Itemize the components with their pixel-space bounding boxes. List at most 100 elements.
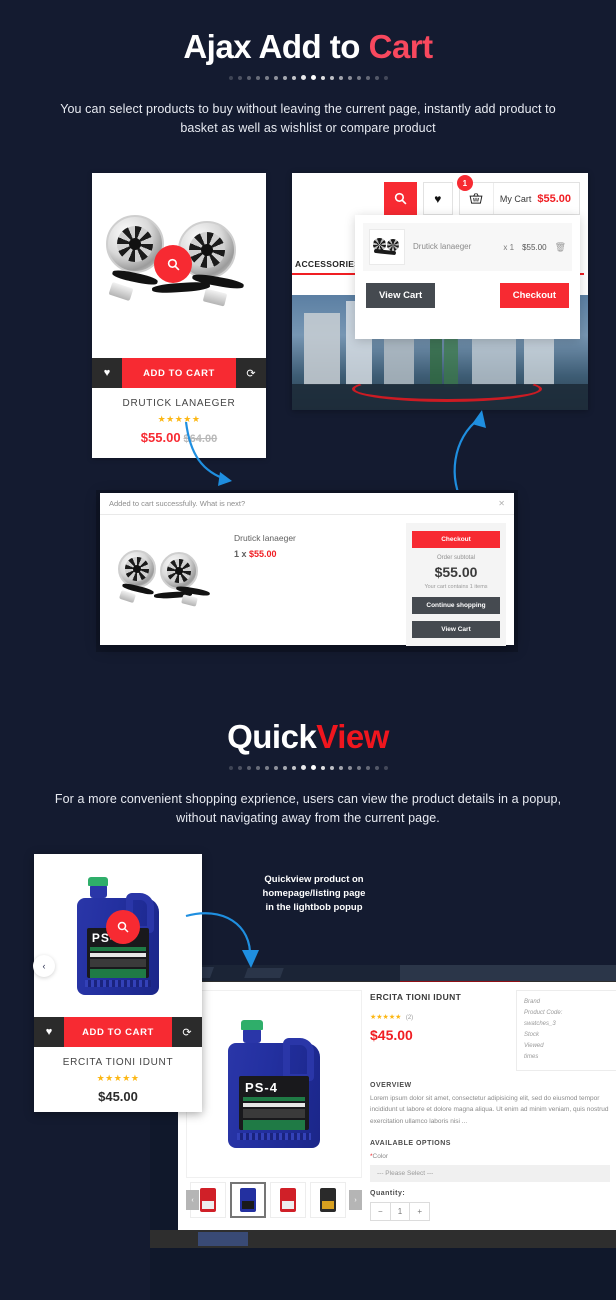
modal-subtotal-label: Order subtotal — [436, 555, 476, 561]
product-info: DRUTICK LANAEGER ★★★★★ $55.00 $64.00 — [92, 388, 266, 457]
thumb-prev-arrow[interactable]: ‹ — [186, 1190, 199, 1210]
annotation-line-1: Quickview product on — [264, 874, 364, 885]
quickview-lower-backdrop — [150, 1248, 616, 1300]
modal-view-cart-button[interactable]: View Cart — [412, 621, 500, 638]
dot-divider — [0, 75, 616, 80]
modal-cart-contains: Your cart contains 1 items — [424, 584, 488, 590]
product-info-2: ERCITA TIONI IDUNT ★★★★★ $45.00 — [34, 1047, 202, 1116]
quickview-popup[interactable]: PS-4 ‹ › ERCITA TIONI IDUNT ★★★★★ (2) $4… — [178, 982, 616, 1230]
modal-body: Drutick lanaeger 1 x $55.00 Checkout Ord… — [100, 515, 514, 654]
options-heading: AVAILABLE OPTIONS — [370, 1140, 451, 1147]
header-icon-row[interactable]: ♥ My Cart $55.00 1 — [292, 175, 580, 215]
price-current: $55.00 — [140, 430, 181, 445]
product-card-ercita[interactable]: PS-4 ♥ ADD TO CART ⟳ ERCITA TIONI IDUNT — [34, 854, 202, 1112]
cart-dropdown-buttons[interactable]: View Cart Checkout — [355, 279, 580, 319]
wishlist-button-2[interactable]: ♥ — [34, 1017, 64, 1047]
quickview-main-image[interactable]: PS-4 — [186, 990, 362, 1178]
color-label: Color — [372, 1153, 389, 1160]
oil-jug-illustration: PS-4 — [228, 1020, 320, 1148]
page-root: Ajax Add to Cart You can select products… — [0, 0, 616, 1300]
qv-title-accent: View — [316, 718, 389, 755]
meta-label: Brand — [524, 999, 541, 1005]
thumb-next-arrow[interactable]: › — [349, 1190, 362, 1210]
quickview-section-header: QuickView For a more convenient shopping… — [0, 718, 616, 829]
modal-title: Added to cart successfully. What is next… — [109, 499, 246, 508]
cart-item-name: Drutick lanaeger — [413, 241, 472, 251]
jug-label: PS-4 — [239, 1076, 309, 1131]
search-icon — [117, 921, 129, 933]
meta-row: Viewed👁 84 — [524, 1041, 616, 1052]
thumbnail-item[interactable] — [270, 1182, 306, 1218]
my-cart-button[interactable]: My Cart $55.00 1 — [456, 175, 580, 215]
thumbnail-item[interactable] — [230, 1182, 266, 1218]
search-button[interactable] — [383, 182, 417, 215]
carousel-prev-button[interactable]: ‹ — [33, 955, 55, 977]
search-icon — [394, 192, 407, 205]
modal-continue-button[interactable]: Continue shopping — [412, 597, 500, 614]
quickview-button-2[interactable] — [106, 910, 140, 944]
qty-value[interactable]: 1 — [389, 1203, 410, 1220]
nav-item-accessories[interactable]: ACCESSORIES — [295, 259, 360, 269]
cart-item-price: $55.00 — [522, 242, 547, 252]
view-cart-button[interactable]: View Cart — [366, 283, 436, 308]
product-image — [92, 173, 266, 358]
product-image-2: PS-4 — [34, 854, 202, 1017]
product-name-2: ERCITA TIONI IDUNT — [62, 1057, 174, 1068]
qty-plus-button[interactable]: + — [409, 1203, 429, 1220]
close-icon[interactable]: ✕ — [498, 499, 505, 508]
meta-row: times — [524, 1052, 616, 1063]
add-to-cart-button-2[interactable]: ADD TO CART — [64, 1017, 172, 1047]
added-to-cart-modal[interactable]: Added to cart successfully. What is next… — [100, 493, 514, 646]
ajax-section-header: Ajax Add to Cart You can select products… — [0, 28, 616, 139]
quickview-stars: ★★★★★ — [370, 1014, 402, 1021]
annotation-line-2: homepage/listing page — [262, 887, 366, 899]
checkout-button[interactable]: Checkout — [499, 283, 569, 308]
modal-titlebar: Added to cart successfully. What is next… — [100, 493, 514, 515]
quickview-title: QuickView — [0, 718, 616, 756]
dot-divider-2 — [0, 765, 616, 770]
color-select[interactable]: --- Please Select --- — [370, 1165, 610, 1182]
cart-line-item[interactable]: Drutick lanaeger x 1 $55.00 🗑 — [363, 223, 572, 271]
color-label-row: *Color — [370, 1153, 610, 1160]
quickview-bottom-strip — [150, 1230, 616, 1248]
modal-summary-panel[interactable]: Checkout Order subtotal $55.00 Your cart… — [406, 523, 506, 646]
price-old: $64.00 — [183, 433, 218, 445]
meta-label: Viewed — [524, 1043, 544, 1050]
product-rating: ★★★★★ — [157, 414, 201, 424]
title-accent-part: Cart — [368, 28, 434, 65]
cart-item-qty: x 1 — [503, 242, 515, 252]
compare-button[interactable]: ⟳ — [236, 358, 266, 388]
quantity-stepper[interactable]: − 1 + — [370, 1202, 430, 1221]
product-action-bar-2[interactable]: ♥ ADD TO CART ⟳ — [34, 1017, 202, 1047]
cart-dropdown-panel[interactable]: Drutick lanaeger x 1 $55.00 🗑 View Cart … — [355, 215, 580, 339]
page-title: Ajax Add to Cart — [0, 28, 616, 66]
overview-heading: OVERVIEW — [370, 1082, 412, 1089]
meta-row: Stock☑ In — [524, 1030, 616, 1041]
meta-label: Stock — [524, 1032, 540, 1039]
wishlist-button[interactable]: ♥ — [92, 358, 122, 388]
quickview-button[interactable] — [154, 245, 192, 283]
quickview-options[interactable]: AVAILABLE OPTIONS *Color --- Please Sele… — [370, 1140, 610, 1221]
compare-button-2[interactable]: ⟳ — [172, 1017, 202, 1047]
wishlist-button[interactable]: ♥ — [422, 182, 453, 215]
overview-text: Lorem ipsum dolor sit amet, consectetur … — [370, 1095, 609, 1125]
thumbnail-list[interactable] — [190, 1182, 346, 1218]
thumbnail-carousel[interactable]: ‹ › — [186, 1182, 362, 1218]
product-card-drutick[interactable]: ♥ ADD TO CART ⟳ DRUTICK LANAEGER ★★★★★ $… — [92, 173, 266, 458]
meta-row: Product Code: — [524, 1008, 616, 1019]
product-action-bar[interactable]: ♥ ADD TO CART ⟳ — [92, 358, 266, 388]
thumbnail-item[interactable] — [310, 1182, 346, 1218]
product-price-2: $45.00 — [40, 1089, 196, 1104]
quickview-overview: OVERVIEW Lorem ipsum dolor sit amet, con… — [370, 1082, 610, 1127]
quickview-review-count: (2) — [405, 1015, 414, 1021]
header-cart-mock[interactable]: ♥ My Cart $55.00 1 ACCESSORIES Drutick l… — [292, 173, 588, 410]
qty-minus-button[interactable]: − — [371, 1203, 390, 1220]
modal-price: $55.00 — [249, 549, 277, 559]
trash-icon[interactable]: 🗑 — [555, 242, 566, 253]
modal-product-name: Drutick lanaeger — [234, 533, 296, 543]
search-icon — [167, 258, 179, 270]
meta-label: times — [524, 1054, 539, 1061]
modal-checkout-button[interactable]: Checkout — [412, 531, 500, 548]
add-to-cart-button[interactable]: ADD TO CART — [122, 358, 236, 388]
price-current-2: $45.00 — [98, 1089, 138, 1104]
